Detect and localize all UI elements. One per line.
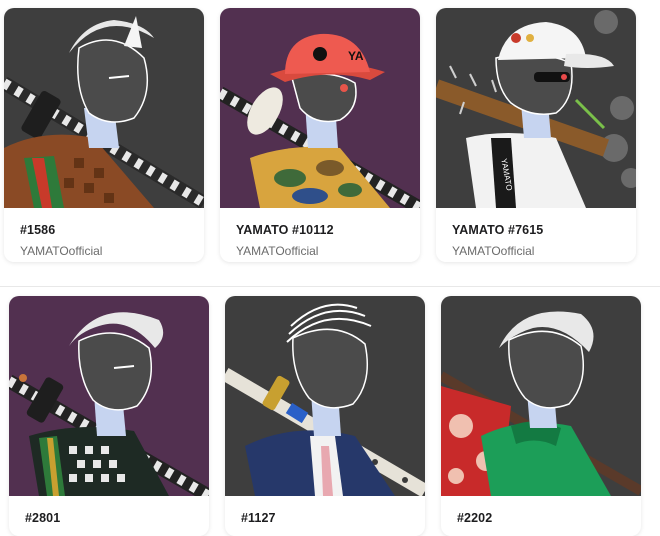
nft-card-2801[interactable]: #2801 (9, 296, 209, 536)
nft-title[interactable]: #2801 (25, 511, 60, 525)
nft-title[interactable]: #2202 (457, 511, 492, 525)
creator-name[interactable]: YAMATOofficial (452, 244, 534, 258)
nft-image[interactable] (441, 296, 641, 496)
nft-card-1127[interactable]: #1127 (225, 296, 425, 536)
nft-card-10112[interactable]: YA YAMATO #10112 YAMATOofficial (220, 8, 420, 262)
nft-card-7615[interactable]: YAMATO YAMATO #7615 YAMATOofficial (436, 8, 636, 262)
nft-image[interactable]: YA (220, 8, 420, 208)
nft-title[interactable]: #1127 (241, 511, 276, 525)
nft-image[interactable] (4, 8, 204, 208)
nft-image[interactable] (9, 296, 209, 496)
nft-image[interactable] (225, 296, 425, 496)
nft-title[interactable]: YAMATO #7615 (452, 223, 543, 237)
nft-card-2202[interactable]: #2202 (441, 296, 641, 536)
creator-name[interactable]: YAMATOofficial (20, 244, 102, 258)
nft-card-1586[interactable]: #1586 YAMATOofficial (4, 8, 204, 262)
creator-name[interactable]: YAMATOofficial (236, 244, 318, 258)
nft-title[interactable]: YAMATO #10112 (236, 223, 334, 237)
row-divider (0, 286, 660, 287)
nft-title[interactable]: #1586 (20, 223, 55, 237)
nft-image[interactable]: YAMATO (436, 8, 636, 208)
svg-text:YA: YA (348, 49, 364, 63)
